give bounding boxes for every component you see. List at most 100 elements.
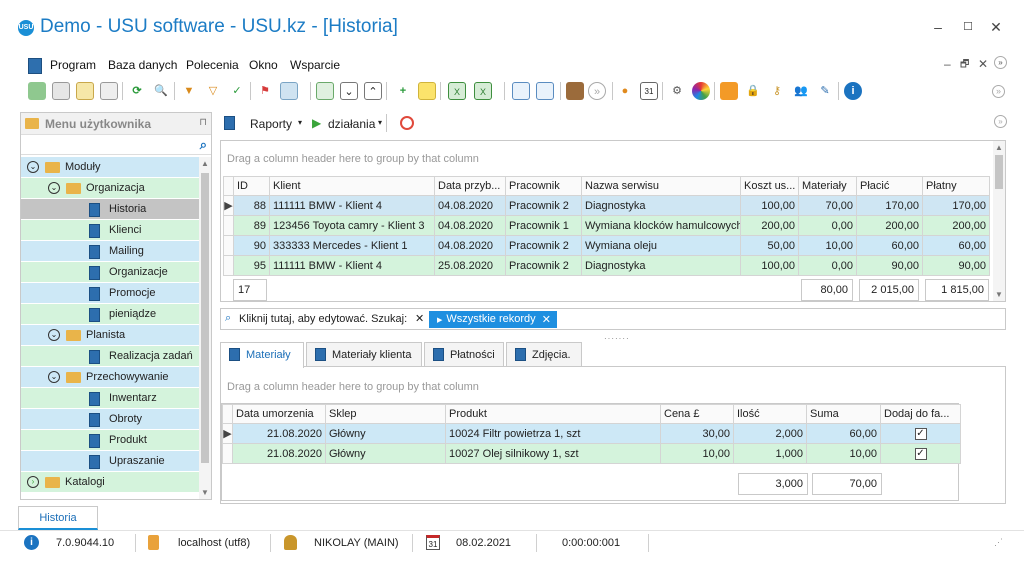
filter-check-icon[interactable]: ✓	[228, 82, 246, 100]
menu-support[interactable]: Wsparcie	[290, 58, 340, 72]
table-cell[interactable]: Pracownik 2	[505, 255, 582, 276]
resize-grip-icon[interactable]: ⋰	[994, 537, 1003, 548]
scroll-down-icon[interactable]: ▼	[201, 488, 209, 497]
excel-export-icon[interactable]: X	[448, 82, 466, 100]
column-header[interactable]: Klient	[269, 176, 435, 196]
rss-icon[interactable]	[720, 82, 738, 100]
actions-dropdown-icon[interactable]: ▾	[378, 118, 382, 127]
history-scroll-thumb[interactable]	[995, 155, 1003, 189]
collapse-icon[interactable]: ⌄	[48, 182, 60, 194]
menu-window[interactable]: Okno	[249, 58, 278, 72]
column-header[interactable]: Data umorzenia	[232, 404, 326, 424]
column-header[interactable]: Suma	[806, 404, 881, 424]
menu-scrollbar[interactable]: ▲ ▼	[199, 157, 211, 499]
column-header[interactable]: Płacić	[856, 176, 923, 196]
table-cell[interactable]: 10,00	[660, 443, 734, 464]
column-header[interactable]: Nazwa serwisu	[581, 176, 741, 196]
table-cell[interactable]: 90,00	[922, 255, 990, 276]
collapse-icon[interactable]: »	[994, 56, 1007, 69]
table-cell[interactable]: 21.08.2020	[232, 443, 326, 464]
scroll-down-icon[interactable]: ▼	[995, 290, 1003, 299]
refresh-icon[interactable]	[28, 82, 46, 100]
tree-item-historia[interactable]: Historia	[21, 199, 199, 220]
add-to-invoice-checkbox[interactable]: ✓	[914, 428, 927, 440]
menu-commands[interactable]: Polecenia	[186, 58, 239, 72]
column-header[interactable]: Data przyb...	[434, 176, 506, 196]
table-cell[interactable]: 2,000	[733, 423, 807, 444]
tree-item-planista[interactable]: ⌄ Planista	[21, 325, 199, 346]
table-cell[interactable]: 90	[233, 235, 270, 256]
column-header[interactable]: Materiały	[798, 176, 857, 196]
mdi-close-button[interactable]: ✕	[978, 57, 988, 71]
table-cell[interactable]: 123456 Toyota camry - Klient 3	[269, 215, 435, 236]
program-menu-icon[interactable]	[28, 58, 42, 74]
tree-item-pieniądze[interactable]: pieniądze	[21, 304, 199, 325]
mdi-minimize-button[interactable]: –	[944, 57, 951, 71]
table-cell[interactable]: Główny	[325, 443, 446, 464]
close-button[interactable]: ✕	[986, 17, 1006, 37]
table-cell[interactable]: 10,00	[806, 443, 881, 464]
table-cell[interactable]: 111111 BMW - Klient 4	[269, 255, 435, 276]
table-cell[interactable]: 0,00	[798, 255, 857, 276]
add-to-invoice-checkbox[interactable]: ✓	[914, 448, 927, 460]
table-cell[interactable]: 21.08.2020	[232, 423, 326, 444]
tree-item-organizacje[interactable]: Organizacje	[21, 262, 199, 283]
image-icon[interactable]	[280, 82, 298, 100]
tab-materials[interactable]: Materiały	[220, 342, 304, 368]
table-cell[interactable]: 111111 BMW - Klient 4	[269, 195, 435, 216]
column-header[interactable]: Płatny	[922, 176, 990, 196]
table-cell[interactable]: 200,00	[922, 215, 990, 236]
reload-icon[interactable]: ⟳	[128, 82, 146, 100]
menu-scroll-thumb[interactable]	[201, 173, 209, 463]
table-cell[interactable]: 04.08.2020	[434, 235, 506, 256]
column-header[interactable]: Produkt	[445, 404, 661, 424]
table-cell[interactable]: Pracownik 2	[505, 195, 582, 216]
exit-icon[interactable]	[566, 82, 584, 100]
table-cell[interactable]: 90,00	[856, 255, 923, 276]
users-icon[interactable]: 👥	[792, 82, 810, 100]
pin-icon[interactable]: ⊓	[199, 117, 207, 128]
table-cell[interactable]: 30,00	[660, 423, 734, 444]
table-cell[interactable]: 10,00	[798, 235, 857, 256]
reports-dropdown-icon[interactable]: ▾	[298, 118, 302, 127]
table-row[interactable]: 21.08.2020 Główny 10027 Olej silnikowy 1, …	[222, 443, 961, 464]
columns-icon[interactable]	[316, 82, 334, 100]
table-row[interactable]: ▶ 88 111111 BMW - Klient 4 04.08.2020 Pracow…	[223, 195, 990, 216]
table-cell[interactable]: Diagnostyka	[581, 255, 741, 276]
filter-bar[interactable]: ⌕ Kliknij tutaj, aby edytować. Szukaj: ✕…	[220, 308, 1006, 330]
scroll-up-icon[interactable]: ▲	[201, 159, 209, 168]
table-cell[interactable]: 100,00	[740, 195, 799, 216]
user-key-icon[interactable]: ⚷	[768, 82, 786, 100]
filter-chip[interactable]: ▶ Wszystkie rekordy ✕	[429, 311, 557, 328]
tools-icon[interactable]: ✎	[816, 82, 834, 100]
column-header[interactable]: Koszt us...	[740, 176, 799, 196]
table-cell[interactable]: 60,00	[806, 423, 881, 444]
column-header[interactable]: ID	[233, 176, 270, 196]
table-cell[interactable]: 89	[233, 215, 270, 236]
table-cell[interactable]: 100,00	[740, 255, 799, 276]
column-header[interactable]: Pracownik	[505, 176, 582, 196]
collapse-icon[interactable]: ⌄	[48, 371, 60, 383]
table-cell[interactable]: 25.08.2020	[434, 255, 506, 276]
tab-client-materials[interactable]: Materiały klienta	[306, 342, 422, 366]
close-window-icon[interactable]	[536, 82, 554, 100]
location-icon[interactable]: ●	[616, 82, 634, 100]
splitter-grip[interactable]: ·······	[604, 334, 630, 343]
table-cell[interactable]: 0,00	[798, 215, 857, 236]
document-tab-history[interactable]: Historia	[18, 506, 98, 530]
tree-item-obroty[interactable]: Obroty	[21, 409, 199, 430]
history-collapse-icon[interactable]: »	[994, 115, 1007, 128]
table-cell[interactable]: 50,00	[740, 235, 799, 256]
filter-settings-icon[interactable]: ▽	[204, 82, 222, 100]
filter-icon[interactable]: ▼	[180, 82, 198, 100]
table-cell[interactable]: Diagnostyka	[581, 195, 741, 216]
new-window-icon[interactable]	[512, 82, 530, 100]
add-row-icon[interactable]: +	[394, 82, 412, 100]
menu-program[interactable]: Program	[50, 58, 96, 72]
table-cell[interactable]: 60,00	[856, 235, 923, 256]
chip-close-button[interactable]: ✕	[542, 313, 551, 326]
tree-item-moduły[interactable]: ⌄ Moduły	[21, 157, 199, 178]
table-cell[interactable]: Wymiana klocków hamulcowych	[581, 215, 741, 236]
toolbar-collapse-icon[interactable]: »	[992, 85, 1005, 98]
table-row[interactable]: ▶ 21.08.2020 Główny 10024 Filtr powietrza 1…	[222, 423, 961, 444]
